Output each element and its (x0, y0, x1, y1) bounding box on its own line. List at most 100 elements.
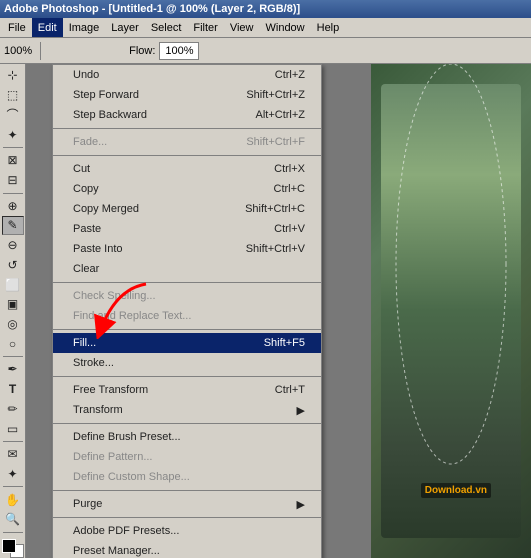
menu-item-image[interactable]: Image (63, 18, 106, 37)
notes-tool[interactable]: ✉ (2, 445, 24, 464)
menu-item-define-pattern: Define Pattern... (53, 447, 321, 467)
menu-item-purge[interactable]: Purge ▶ (53, 494, 321, 514)
menu-separator (53, 282, 321, 283)
gradient-tool[interactable]: ▣ (2, 295, 24, 314)
stamp-tool[interactable]: ⊖ (2, 236, 24, 255)
eraser-tool[interactable]: ⬜ (2, 275, 24, 294)
menu-item-adobe-pdf[interactable]: Adobe PDF Presets... (53, 521, 321, 541)
menu-item-clear-label: Clear (73, 263, 305, 275)
menu-item-free-transform[interactable]: Free TransformCtrl+T (53, 380, 321, 400)
menu-separator (53, 329, 321, 330)
menu-item-paste-label: Paste (73, 223, 274, 235)
zoom-tool[interactable]: 🔍 (2, 510, 24, 529)
menu-item-copy-merged-label: Copy Merged (73, 203, 245, 215)
menu-item-undo-label: Undo (73, 69, 275, 81)
menu-item-find-replace-label: Find and Replace Text... (73, 310, 305, 322)
menu-item-filter[interactable]: Filter (187, 18, 223, 37)
menu-item-layer[interactable]: Layer (105, 18, 145, 37)
history-brush-tool[interactable]: ↺ (2, 256, 24, 275)
menu-item-clear[interactable]: Clear (53, 259, 321, 279)
menu-item-paste-into-shortcut: Shift+Ctrl+V (246, 243, 305, 255)
marquee-tool[interactable]: ⬚ (2, 86, 24, 105)
download-logo: Download.vn (421, 483, 491, 498)
menu-item-transform-arrow: ▶ (297, 404, 305, 417)
menu-item-cut-label: Cut (73, 163, 274, 175)
crop-tool[interactable]: ⊠ (2, 151, 24, 170)
menu-item-fade-label: Fade... (73, 136, 246, 148)
menu-item-view[interactable]: View (224, 18, 260, 37)
pen-tool[interactable]: ✏ (2, 400, 24, 419)
menu-item-define-brush-label: Define Brush Preset... (73, 431, 305, 443)
edit-dropdown-menu: UndoCtrl+ZStep ForwardShift+Ctrl+ZStep B… (52, 64, 322, 558)
menu-item-step-backward-label: Step Backward (73, 109, 255, 121)
color-swatches[interactable] (2, 539, 24, 557)
menu-item-fill-label: Fill... (73, 337, 264, 349)
menu-separator (53, 490, 321, 491)
menu-item-purge-arrow: ▶ (297, 498, 305, 511)
menu-bar: FileEditImageLayerSelectFilterViewWindow… (0, 18, 531, 38)
menu-item-find-replace: Find and Replace Text... (53, 306, 321, 326)
menu-item-paste-into[interactable]: Paste IntoShift+Ctrl+V (53, 239, 321, 259)
healing-brush-tool[interactable]: ⊕ (2, 196, 24, 215)
menu-item-edit[interactable]: Edit (32, 18, 63, 37)
menu-item-stroke[interactable]: Stroke... (53, 353, 321, 373)
menu-item-copy-merged-shortcut: Shift+Ctrl+C (245, 203, 305, 215)
menu-item-free-transform-shortcut: Ctrl+T (275, 384, 305, 396)
menu-item-free-transform-label: Free Transform (73, 384, 275, 396)
menu-item-step-forward-label: Step Forward (73, 89, 246, 101)
menu-separator (53, 517, 321, 518)
menu-item-define-brush[interactable]: Define Brush Preset... (53, 427, 321, 447)
menu-item-window[interactable]: Window (260, 18, 311, 37)
menu-item-transform-label: Transform (73, 404, 293, 416)
menu-item-help[interactable]: Help (311, 18, 346, 37)
menu-item-undo[interactable]: UndoCtrl+Z (53, 65, 321, 85)
shape-tool[interactable]: ▭ (2, 419, 24, 438)
move-tool[interactable]: ⊹ (2, 66, 24, 85)
path-tool[interactable]: ✒ (2, 360, 24, 379)
blur-tool[interactable]: ◎ (2, 315, 24, 334)
menu-item-purge-label: Purge (73, 498, 293, 510)
menu-item-paste-into-label: Paste Into (73, 243, 246, 255)
type-tool[interactable]: T (2, 380, 24, 399)
menu-item-copy[interactable]: CopyCtrl+C (53, 179, 321, 199)
menu-item-step-backward[interactable]: Step BackwardAlt+Ctrl+Z (53, 105, 321, 125)
toolbox: ⊹ ⬚ ⌒ ✦ ⊠ ⊟ ⊕ ✎ ⊖ ↺ ⬜ ▣ ◎ ○ ✒ T ✏ ▭ ✉ ✦ … (0, 64, 26, 558)
menu-item-check-spelling: Check Spelling... (53, 286, 321, 306)
options-bar: 100% Flow: (0, 38, 531, 64)
eyedropper-tool[interactable]: ✦ (2, 465, 24, 484)
hand-tool[interactable]: ✋ (2, 490, 24, 509)
menu-item-adobe-pdf-label: Adobe PDF Presets... (73, 525, 305, 537)
menu-separator (53, 128, 321, 129)
menu-item-cut[interactable]: CutCtrl+X (53, 159, 321, 179)
menu-item-check-spelling-label: Check Spelling... (73, 290, 305, 302)
canvas-area: Download.vn UndoCtrl+ZStep ForwardShift+… (26, 64, 531, 558)
menu-item-file[interactable]: File (2, 18, 32, 37)
menu-item-fade-shortcut: Shift+Ctrl+F (246, 136, 305, 148)
menu-item-preset-manager-label: Preset Manager... (73, 545, 305, 557)
brush-tool[interactable]: ✎ (2, 216, 24, 235)
magic-wand-tool[interactable]: ✦ (2, 125, 24, 144)
menu-item-fill[interactable]: Fill...Shift+F5 (53, 333, 321, 353)
menu-item-define-pattern-label: Define Pattern... (73, 451, 305, 463)
menu-item-define-custom-shape-label: Define Custom Shape... (73, 471, 305, 483)
title-bar: Adobe Photoshop - [Untitled-1 @ 100% (La… (0, 0, 531, 18)
title-bar-label: Adobe Photoshop - [Untitled-1 @ 100% (La… (4, 3, 300, 15)
dodge-tool[interactable]: ○ (2, 335, 24, 354)
menu-item-fade: Fade...Shift+Ctrl+F (53, 132, 321, 152)
flow-input[interactable] (159, 42, 199, 60)
menu-item-paste[interactable]: PasteCtrl+V (53, 219, 321, 239)
menu-item-preset-manager[interactable]: Preset Manager... (53, 541, 321, 558)
lasso-tool[interactable]: ⌒ (2, 105, 24, 124)
foreground-color-swatch[interactable] (2, 539, 16, 553)
menu-item-select[interactable]: Select (145, 18, 188, 37)
menu-item-copy-merged[interactable]: Copy MergedShift+Ctrl+C (53, 199, 321, 219)
slice-tool[interactable]: ⊟ (2, 171, 24, 190)
menu-item-undo-shortcut: Ctrl+Z (275, 69, 305, 81)
menu-item-copy-shortcut: Ctrl+C (274, 183, 305, 195)
main-area: ⊹ ⬚ ⌒ ✦ ⊠ ⊟ ⊕ ✎ ⊖ ↺ ⬜ ▣ ◎ ○ ✒ T ✏ ▭ ✉ ✦ … (0, 64, 531, 558)
menu-item-transform[interactable]: Transform ▶ (53, 400, 321, 420)
zoom-value: 100% (4, 45, 32, 57)
menu-item-copy-label: Copy (73, 183, 274, 195)
menu-item-step-forward[interactable]: Step ForwardShift+Ctrl+Z (53, 85, 321, 105)
menu-separator (53, 423, 321, 424)
